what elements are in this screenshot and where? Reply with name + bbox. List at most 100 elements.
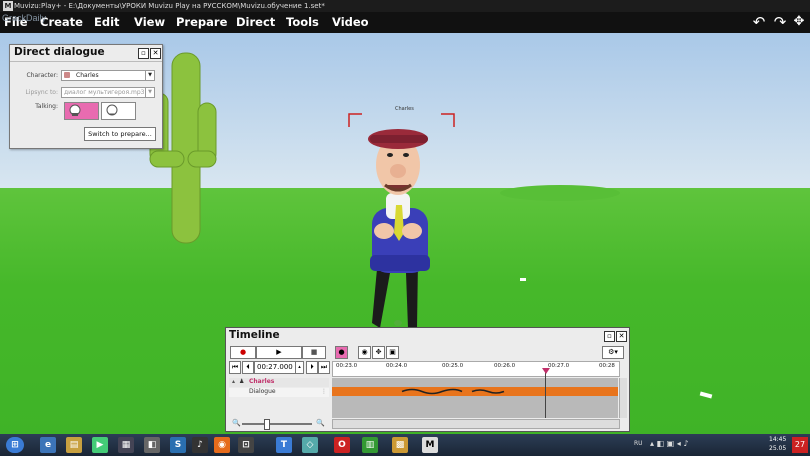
menu-direct[interactable]: Direct xyxy=(236,12,275,33)
chevron-down-icon: ▼ xyxy=(145,71,154,80)
playhead-marker[interactable] xyxy=(542,368,550,374)
track-row[interactable]: Dialogue ⋮ xyxy=(229,388,329,397)
zoom-slider[interactable] xyxy=(242,423,312,425)
horizontal-scrollbar[interactable] xyxy=(332,419,620,429)
ie-icon[interactable]: e xyxy=(40,437,56,453)
close-icon[interactable]: ✕ xyxy=(616,331,627,342)
clock-time: 14:45 xyxy=(769,436,787,443)
menu-video[interactable]: Video xyxy=(332,12,369,33)
opera-icon[interactable]: O xyxy=(334,437,350,453)
lipsync-value: диалог мультигероя.mp3 xyxy=(64,89,145,96)
zoom-in-icon[interactable]: 🔍 xyxy=(316,419,325,427)
mode-talk-button[interactable]: ● xyxy=(335,346,348,359)
zoom-out-icon[interactable]: 🔍 xyxy=(232,419,241,427)
collapse-icon[interactable]: ▴ xyxy=(232,378,235,385)
move-icon[interactable]: ✥ xyxy=(790,14,808,30)
timeline-title: Timeline xyxy=(229,329,280,341)
text-editor-icon[interactable]: T xyxy=(276,437,292,453)
skip-end-icon[interactable]: ⏭ xyxy=(318,361,330,374)
talking-on-button[interactable] xyxy=(64,102,99,120)
play-button[interactable]: ▶ xyxy=(256,346,302,359)
character-name-label: Charles xyxy=(395,106,414,112)
menu-tools[interactable]: Tools xyxy=(286,12,319,33)
time-spinner[interactable]: ▴ xyxy=(295,361,304,374)
ruler-tick: 00:24.0 xyxy=(386,363,408,369)
ruler-tick: 00:28 xyxy=(599,363,615,369)
chevron-down-icon: ▼ xyxy=(145,88,154,97)
switch-to-prepare-button[interactable]: Switch to prepare... xyxy=(84,127,156,141)
lipsync-label: Lipsync to: xyxy=(25,89,58,96)
mode-camera-button[interactable]: ▣ xyxy=(386,346,399,359)
pin-icon[interactable]: ▫ xyxy=(604,331,615,342)
avatar-icon xyxy=(64,72,70,78)
app-icon[interactable]: ◧ xyxy=(144,437,160,453)
language-indicator[interactable]: RU xyxy=(634,440,643,447)
vertical-scrollbar[interactable] xyxy=(619,378,627,418)
track-name: Dialogue xyxy=(249,388,276,395)
playhead[interactable] xyxy=(545,368,546,418)
ruler-tick: 00:27.0 xyxy=(548,363,570,369)
talking-off-button[interactable] xyxy=(101,102,136,120)
redo-icon[interactable]: ↷ xyxy=(771,14,789,30)
step-forward-icon[interactable]: ⏵ xyxy=(306,361,318,374)
track-row[interactable]: ▴ ♟ Charles xyxy=(229,378,329,387)
record-button[interactable]: ● xyxy=(230,346,256,359)
app-icon[interactable]: ▩ xyxy=(392,437,408,453)
direct-dialogue-panel: Direct dialogue ▫ ✕ Character: Charles ▼… xyxy=(9,44,163,149)
clock-date: 25.05 xyxy=(769,445,787,452)
ruler-tick: 00:26.0 xyxy=(494,363,516,369)
character-label: Character: xyxy=(26,72,58,79)
skip-start-icon[interactable]: ⏮ xyxy=(229,361,241,374)
step-back-icon[interactable]: ⏴ xyxy=(242,361,254,374)
window-title: Muvizu:Play+ - E:\Документы\УРОКИ Muvizu… xyxy=(14,2,325,10)
media-player-icon[interactable]: ▶ xyxy=(92,437,108,453)
menu-view[interactable]: View xyxy=(134,12,165,33)
mode-move-button[interactable]: ✥ xyxy=(372,346,385,359)
ruler-tick: 00:23.0 xyxy=(336,363,358,369)
muvizu-icon[interactable]: M xyxy=(422,437,438,453)
start-button[interactable]: ⊞ xyxy=(6,437,24,453)
lipsync-select[interactable]: диалог мультигероя.mp3 ▼ xyxy=(61,87,155,98)
window-title-bar: M Muvizu:Play+ - E:\Документы\УРОКИ Muvi… xyxy=(0,0,810,12)
undo-icon[interactable]: ↶ xyxy=(750,14,768,30)
firefox-icon[interactable]: ◉ xyxy=(214,437,230,453)
timeline-panel: Timeline ▫ ✕ ● ▶ ■ ● ◉ ✥ ▣ ⚙▾ ⏮ ⏴ 00:27.… xyxy=(225,327,630,432)
app-icon[interactable]: ▥ xyxy=(362,437,378,453)
folder-icon[interactable]: ▤ xyxy=(66,437,82,453)
taskbar: ⊞ e ▤ ▶ ▦ ◧ S ♪ ◉ ⊡ T ◇ O ▥ ▩ M RU ▴ ◧ ▣… xyxy=(0,434,810,456)
watermark: GrackDaily xyxy=(2,13,47,23)
menu-edit[interactable]: Edit xyxy=(94,12,120,33)
zoom-slider-handle[interactable] xyxy=(264,419,270,430)
menu-create[interactable]: Create xyxy=(40,12,83,33)
mode-look-button[interactable]: ◉ xyxy=(358,346,371,359)
close-icon[interactable]: ✕ xyxy=(150,48,161,59)
stone xyxy=(699,391,713,399)
panel-header: Direct dialogue ▫ ✕ xyxy=(10,45,162,62)
audio-waveform xyxy=(401,388,505,395)
time-ruler[interactable] xyxy=(332,361,620,377)
app-logo: M xyxy=(3,1,13,11)
app-icon[interactable]: ◇ xyxy=(302,437,318,453)
app-icon[interactable]: ⊡ xyxy=(238,437,254,453)
track-name: Charles xyxy=(249,378,275,385)
settings-gear-icon[interactable]: ⚙▾ xyxy=(602,346,624,359)
character-select[interactable]: Charles ▼ xyxy=(61,70,155,81)
menu-dots-icon[interactable]: ⋮ xyxy=(321,388,327,395)
stop-button[interactable]: ■ xyxy=(302,346,326,359)
talking-label: Talking: xyxy=(35,103,58,110)
person-icon: ♟ xyxy=(239,378,245,385)
pin-icon[interactable]: ▫ xyxy=(138,48,149,59)
menu-prepare[interactable]: Prepare xyxy=(176,12,227,33)
stone xyxy=(520,278,526,281)
hill xyxy=(500,185,620,201)
selection-frame xyxy=(348,113,455,127)
time-field[interactable]: 00:27.000 xyxy=(254,361,296,374)
mic-icon[interactable]: ♪ xyxy=(192,437,208,453)
tray-icons[interactable]: ▴ ◧ ▣ ◂ ♪ xyxy=(650,439,688,448)
track-area[interactable] xyxy=(332,378,618,418)
character-value: Charles xyxy=(76,72,99,79)
skype-icon[interactable]: S xyxy=(170,437,186,453)
character-charles[interactable] xyxy=(368,129,430,328)
clock-badge: 27 xyxy=(792,437,808,453)
app-icon[interactable]: ▦ xyxy=(118,437,134,453)
